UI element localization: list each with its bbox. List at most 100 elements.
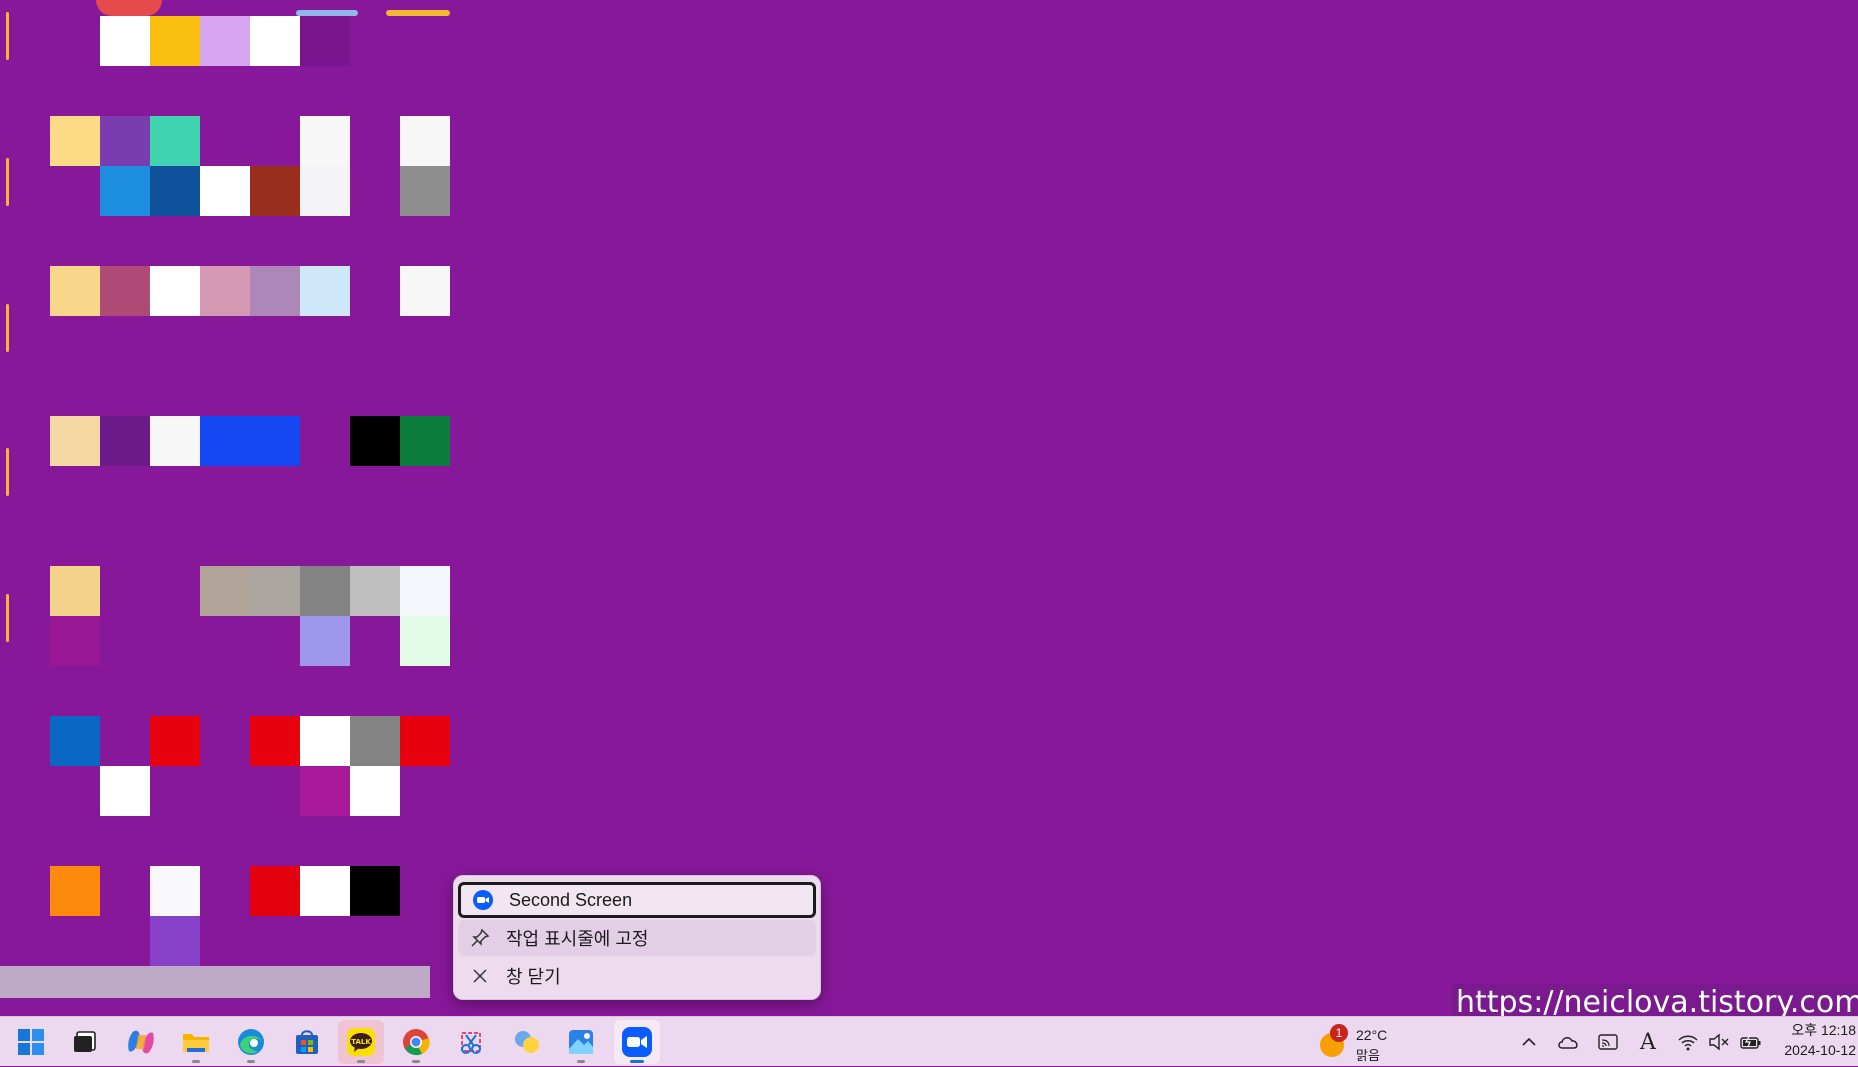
weather-condition: 맑음	[1356, 1048, 1380, 1063]
desktop-icon-pixel[interactable]	[150, 116, 200, 166]
desktop-icon-pixel[interactable]	[350, 416, 400, 466]
desktop-icon-pixel[interactable]	[200, 16, 250, 66]
onedrive-cloud-icon	[1558, 1037, 1578, 1049]
desktop-icon-pixel[interactable]	[350, 866, 400, 916]
clock[interactable]: 오후 12:18 2024-10-12	[1770, 1020, 1856, 1060]
desktop-icon-pixel[interactable]	[250, 866, 300, 916]
task-view-button[interactable]	[62, 1020, 108, 1064]
show-hidden-icons-button[interactable]	[1514, 1017, 1544, 1067]
cast-tray[interactable]	[1592, 1017, 1624, 1067]
desktop-icon-pixel[interactable]	[50, 416, 100, 466]
desktop-icon-fragment	[96, 0, 162, 16]
desktop-icon-pixel[interactable]	[400, 266, 450, 316]
desktop-icon-pixel[interactable]	[300, 16, 350, 66]
close-icon	[468, 964, 492, 988]
desktop-icon-pixel[interactable]	[50, 566, 100, 616]
desktop-icon-pixel[interactable]	[400, 716, 450, 766]
desktop-icon-pixel[interactable]	[300, 616, 350, 666]
desktop-icon-pixel[interactable]	[50, 266, 100, 316]
wifi-icon	[1678, 1035, 1698, 1051]
desktop-icon-pixel[interactable]	[100, 266, 150, 316]
desktop-icon-pixel[interactable]	[300, 716, 350, 766]
ime-a-icon: A	[1640, 1029, 1656, 1055]
chat-bubbles-icon	[515, 1031, 539, 1053]
desktop-icon-pixel[interactable]	[100, 116, 150, 166]
desktop-icon-pixel[interactable]	[300, 766, 350, 816]
desktop-icon-pixel[interactable]	[100, 416, 150, 466]
menu-item-second-screen[interactable]: Second Screen	[458, 882, 816, 918]
quick-settings-button[interactable]	[1672, 1017, 1768, 1067]
desktop-icon-pixel[interactable]	[300, 866, 350, 916]
edge-icon	[238, 1029, 264, 1055]
store-icon	[296, 1030, 318, 1054]
copilot-button[interactable]	[118, 1020, 164, 1064]
file-explorer-button[interactable]	[173, 1020, 219, 1064]
desktop-icon-pixel[interactable]	[50, 116, 100, 166]
start-button[interactable]	[8, 1020, 54, 1064]
desktop-icon-pixel[interactable]	[350, 716, 400, 766]
desktop-icon-pixel[interactable]	[400, 616, 450, 666]
desktop-icon-pixel[interactable]	[350, 566, 400, 616]
desktop-icon-pixel[interactable]	[200, 266, 250, 316]
desktop-icon-pixel[interactable]	[100, 166, 150, 216]
desktop-icon-pixel[interactable]	[50, 616, 100, 666]
desktop-icon-pixel[interactable]	[250, 266, 300, 316]
desktop-icon-pixel[interactable]	[50, 716, 100, 766]
desktop-icon-pixel[interactable]	[250, 166, 300, 216]
onedrive-tray[interactable]	[1552, 1017, 1584, 1067]
menu-item-close-window[interactable]: 창 닫기	[458, 958, 816, 994]
desktop-icon-pixel[interactable]	[150, 416, 200, 466]
desktop-icon-pixel[interactable]	[350, 766, 400, 816]
desktop-icon-pixel[interactable]	[200, 166, 250, 216]
kakaotalk-button[interactable]: TALK	[338, 1020, 384, 1064]
folder-icon	[183, 1034, 209, 1052]
desktop-icon-pixel[interactable]	[400, 166, 450, 216]
desktop-icon-pixel[interactable]	[100, 766, 150, 816]
chat-app-button[interactable]	[504, 1020, 550, 1064]
photos-button[interactable]	[558, 1020, 604, 1064]
menu-item-label: 창 닫기	[506, 967, 561, 987]
desktop-icon-pixel[interactable]	[400, 566, 450, 616]
desktop: https://neiclova.tistory.com Second Scre…	[0, 0, 1858, 1016]
taskbar-jump-list-menu: Second Screen 작업 표시줄에 고정 창 닫기	[453, 875, 821, 1000]
desktop-icon-pixel[interactable]	[250, 716, 300, 766]
desktop-icon-pixel[interactable]	[300, 266, 350, 316]
cast-icon	[1598, 1034, 1618, 1050]
ime-tray[interactable]: A	[1632, 1017, 1664, 1067]
chrome-icon	[403, 1029, 430, 1056]
desktop-icon-accent	[6, 158, 9, 206]
desktop-icon-pixel[interactable]	[150, 866, 200, 916]
desktop-icon-pixel[interactable]	[150, 16, 200, 66]
desktop-icon-pixel[interactable]	[200, 416, 250, 466]
desktop-icon-pixel[interactable]	[300, 116, 350, 166]
desktop-icon-pixel[interactable]	[400, 116, 450, 166]
desktop-icon-pixel[interactable]	[150, 266, 200, 316]
snipping-tool-button[interactable]	[448, 1020, 494, 1064]
desktop-icon-pixel[interactable]	[250, 566, 300, 616]
weather-badge: 1	[1330, 1024, 1348, 1042]
edge-button[interactable]	[228, 1020, 274, 1064]
running-indicator	[357, 1060, 365, 1063]
zoom-app-icon	[622, 1027, 652, 1057]
desktop-icon-pixel[interactable]	[400, 416, 450, 466]
weather-temperature: 22°C	[1356, 1027, 1388, 1043]
desktop-icon-pixel[interactable]	[300, 566, 350, 616]
desktop-icon-accent	[6, 594, 9, 642]
photos-icon	[569, 1030, 593, 1054]
zoom-button[interactable]	[614, 1020, 660, 1064]
desktop-icon-pixel[interactable]	[100, 16, 150, 66]
desktop-icon-pixel[interactable]	[250, 416, 300, 466]
desktop-icon-pixel[interactable]	[150, 916, 200, 966]
desktop-icon-pixel[interactable]	[200, 566, 250, 616]
desktop-icon-pixel[interactable]	[250, 16, 300, 66]
desktop-icon-pixel[interactable]	[50, 866, 100, 916]
weather-widget[interactable]: 1 22°C 맑음	[1316, 1021, 1396, 1063]
menu-item-pin-to-taskbar[interactable]: 작업 표시줄에 고정	[458, 920, 816, 956]
chrome-button[interactable]	[393, 1020, 439, 1064]
desktop-icon-pixel[interactable]	[150, 716, 200, 766]
running-indicator	[247, 1060, 255, 1063]
desktop-icon-pixel[interactable]	[300, 166, 350, 216]
menu-item-label: Second Screen	[509, 889, 633, 910]
desktop-icon-pixel[interactable]	[150, 166, 200, 216]
microsoft-store-button[interactable]	[284, 1020, 330, 1064]
